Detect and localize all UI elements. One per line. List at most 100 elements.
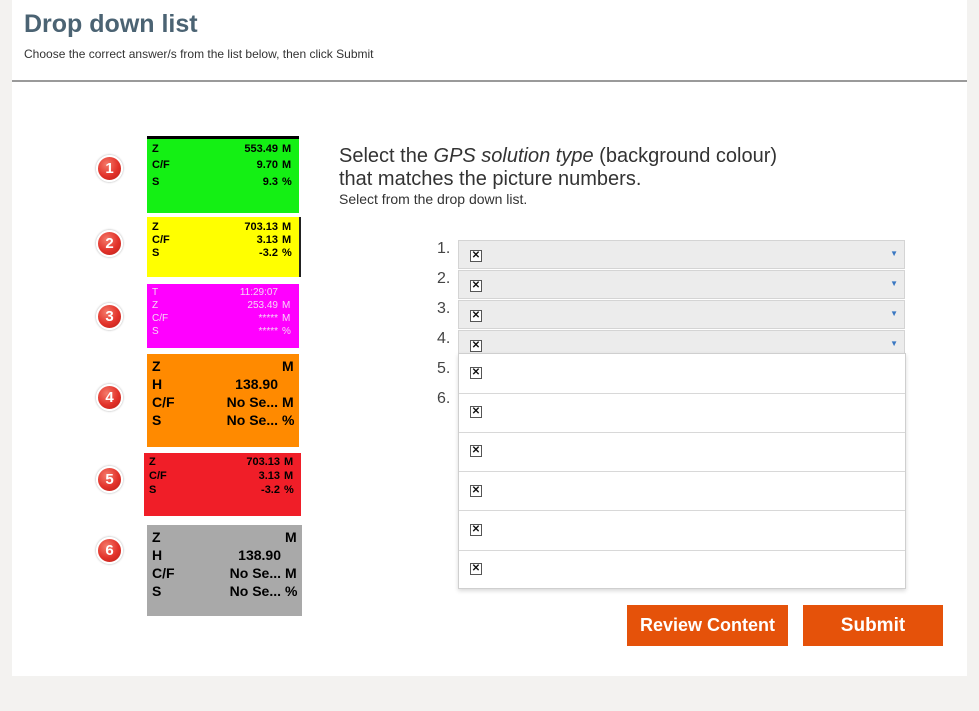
dropdown-option[interactable]: ✕ <box>459 472 905 511</box>
answer-number-6: 6. <box>437 390 451 407</box>
panel-label: C/F <box>149 470 167 482</box>
panel-unit: % <box>282 247 292 259</box>
panel-value: 3.13 <box>258 470 280 482</box>
panel-unit: % <box>282 176 292 188</box>
chevron-down-icon: ▼ <box>890 249 898 258</box>
panel-unit: M <box>285 565 297 581</box>
picture-panel-1: Z 553.49 M C/F 9.70 M S 9.3% <box>147 136 299 213</box>
panel-value: ***** <box>258 313 278 324</box>
broken-image-icon: ✕ <box>470 563 482 575</box>
dropdown-2[interactable]: ✕ ▼ <box>458 270 905 299</box>
panel-label: H <box>152 547 163 563</box>
panel-unit <box>282 375 294 393</box>
dropdown-option[interactable]: ✕ <box>459 393 905 433</box>
panel-unit: M <box>282 394 294 410</box>
panel-value: 703.13 <box>246 456 280 468</box>
panel-label: Z <box>152 529 161 545</box>
panel-unit: M <box>285 529 297 545</box>
question-line-2: that matches the picture numbers. <box>339 168 642 190</box>
panel-label: Z <box>152 221 159 233</box>
panel-label: S <box>152 247 160 259</box>
chevron-down-icon: ▼ <box>890 339 898 348</box>
panel-value: 253.49 <box>247 300 278 311</box>
panel-unit: % <box>284 484 294 496</box>
picture-badge-5: 5 <box>96 466 123 493</box>
panel-unit: M <box>282 143 292 155</box>
panel-unit: M <box>282 300 291 311</box>
panel-label: S <box>149 484 157 496</box>
panel-value: 138.90 <box>238 547 281 563</box>
panel-label: Z <box>149 456 156 468</box>
panel-value: -3.2 <box>259 247 278 259</box>
picture-badge-2: 2 <box>96 230 123 257</box>
panel-label: T <box>152 287 159 298</box>
panel-value <box>204 357 282 375</box>
panel-value <box>204 528 285 546</box>
panel-label: Z <box>152 358 161 374</box>
submit-button[interactable]: Submit <box>803 605 943 646</box>
panel-label: S <box>152 583 162 599</box>
panel-unit: % <box>282 412 295 428</box>
panel-value: No Se... <box>229 583 281 599</box>
panel-unit: M <box>282 234 292 246</box>
picture-panel-4: ZM H 138.90 C/F No Se... M S No Se...% <box>147 354 299 447</box>
broken-image-icon: ✕ <box>470 484 482 497</box>
question-emphasis: GPS solution type <box>433 145 594 167</box>
dropdown-3[interactable]: ✕ ▼ <box>458 300 905 329</box>
picture-badge-4: 4 <box>96 384 123 411</box>
dropdown-option[interactable]: ✕ <box>459 354 905 394</box>
panel-label: C/F <box>152 159 170 171</box>
panel-label: Z <box>152 300 159 311</box>
panel-unit: M <box>282 159 292 171</box>
broken-image-icon: ✕ <box>470 310 482 322</box>
panel-label: S <box>152 412 162 428</box>
panel-value: 553.49 <box>244 143 278 155</box>
dropdown-option[interactable]: ✕ <box>459 511 905 551</box>
panel-value: 11:29:07 <box>239 287 278 298</box>
question: Select the GPS solution type (background… <box>339 145 899 207</box>
picture-badge-6: 6 <box>96 537 123 564</box>
answer-number-2: 2. <box>437 270 451 287</box>
chevron-down-icon: ▼ <box>890 309 898 318</box>
panel-value: 138.90 <box>235 376 278 392</box>
panel-unit: % <box>285 583 298 599</box>
panel-value: No Se... <box>226 394 278 410</box>
answer-number-4: 4. <box>437 330 451 347</box>
page-title: Drop down list <box>24 10 198 38</box>
picture-badge-3: 3 <box>96 303 123 330</box>
panel-unit <box>285 546 297 564</box>
answer-number-5: 5. <box>437 360 451 377</box>
broken-image-icon: ✕ <box>470 524 482 536</box>
dropdown-option[interactable]: ✕ <box>459 550 905 590</box>
panel-value: -3.2 <box>261 484 280 496</box>
dropdown-option[interactable]: ✕ <box>459 432 905 472</box>
panel-unit: M <box>282 313 291 324</box>
panel-unit: M <box>284 456 294 468</box>
panel-value: No Se... <box>229 565 281 581</box>
dropdown-options-list: ✕ ✕ ✕ ✕ ✕ ✕ <box>458 353 906 589</box>
panel-label: H <box>152 376 163 392</box>
review-content-button[interactable]: Review Content <box>627 605 788 646</box>
dropdown-1[interactable]: ✕ ▼ <box>458 240 905 269</box>
panel-label: C/F <box>152 313 169 324</box>
panel-value: 703.13 <box>244 221 278 233</box>
answer-number-1: 1. <box>437 240 451 257</box>
panel-value: 9.70 <box>256 159 278 171</box>
broken-image-icon: ✕ <box>470 340 482 352</box>
panel-value: ***** <box>258 326 278 337</box>
broken-image-icon: ✕ <box>470 445 482 457</box>
broken-image-icon: ✕ <box>470 367 482 379</box>
panel-label: S <box>152 326 159 337</box>
picture-panel-2: Z 703.13 M C/F 3.13 M S -3.2% <box>147 217 301 277</box>
chevron-down-icon: ▼ <box>890 279 898 288</box>
picture-panel-6: ZM H 138.90 C/F No Se... M S No Se...% <box>147 523 302 616</box>
panel-value: 9.3 <box>262 176 278 188</box>
panel-label: C/F <box>152 234 170 246</box>
question-line-1: Select the GPS solution type (background… <box>339 145 778 167</box>
panel-label: C/F <box>152 394 175 410</box>
panel-label: C/F <box>152 565 175 581</box>
panel-unit <box>282 287 294 299</box>
broken-image-icon: ✕ <box>470 280 482 292</box>
picture-panel-3: T 11:29:07 Z 253.49 M C/F ***** M S *****% <box>147 284 299 348</box>
panel-label: S <box>152 176 160 188</box>
